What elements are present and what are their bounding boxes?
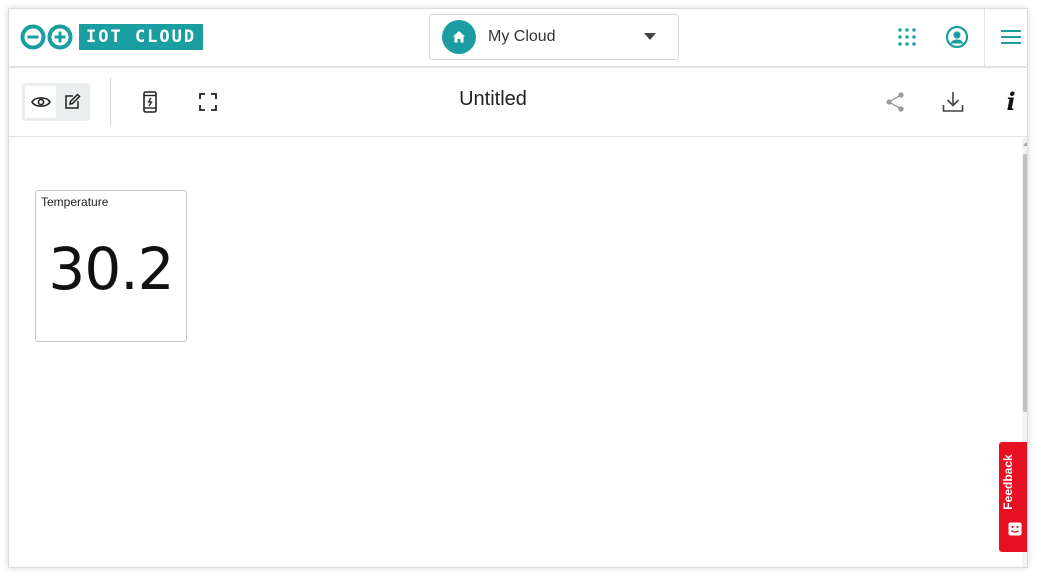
value-widget[interactable]: Temperature 30.2 [35, 190, 187, 342]
toolbar-divider [110, 78, 111, 126]
home-icon [442, 20, 476, 54]
download-icon[interactable] [941, 90, 965, 114]
view-mode-button[interactable] [25, 86, 56, 118]
dashboard-toolbar: Untitled i [9, 68, 1027, 137]
iot-cloud-logo[interactable]: IOT CLOUD [20, 24, 204, 50]
arduino-infinity-logo-icon [20, 24, 73, 50]
feedback-smiley-icon [1008, 522, 1022, 536]
pencil-edit-icon [64, 93, 81, 109]
hamburger-menu-icon[interactable] [999, 26, 1023, 48]
dashboard-canvas: Temperature 30.2 Feedback [9, 138, 1027, 567]
feedback-button[interactable]: Feedback [999, 442, 1027, 552]
eye-icon [30, 97, 51, 107]
header-divider [984, 9, 985, 66]
top-navbar: IOT CLOUD My Cloud [9, 9, 1027, 68]
chevron-down-icon [644, 33, 656, 40]
apps-grid-icon[interactable] [895, 25, 919, 49]
view-edit-toggle [22, 83, 90, 121]
space-name: My Cloud [488, 28, 556, 45]
scroll-up-arrow-icon[interactable] [1023, 142, 1027, 146]
widget-value: 30.2 [48, 235, 174, 303]
share-icon[interactable] [884, 91, 906, 113]
app-window: IOT CLOUD My Cloud Untitled i Temperatur… [8, 8, 1028, 568]
dashboard-title[interactable]: Untitled [393, 88, 593, 111]
mobile-view-icon[interactable] [139, 91, 161, 113]
space-selector[interactable]: My Cloud [429, 14, 679, 60]
feedback-label: Feedback [1001, 454, 1015, 510]
edit-mode-button[interactable] [56, 86, 87, 118]
fullscreen-icon[interactable] [197, 91, 219, 113]
widget-title: Temperature [41, 195, 109, 209]
logo-text: IOT CLOUD [79, 24, 204, 50]
scrollbar-thumb[interactable] [1023, 154, 1027, 412]
user-account-icon[interactable] [945, 25, 969, 49]
info-icon[interactable]: i [1002, 89, 1020, 115]
